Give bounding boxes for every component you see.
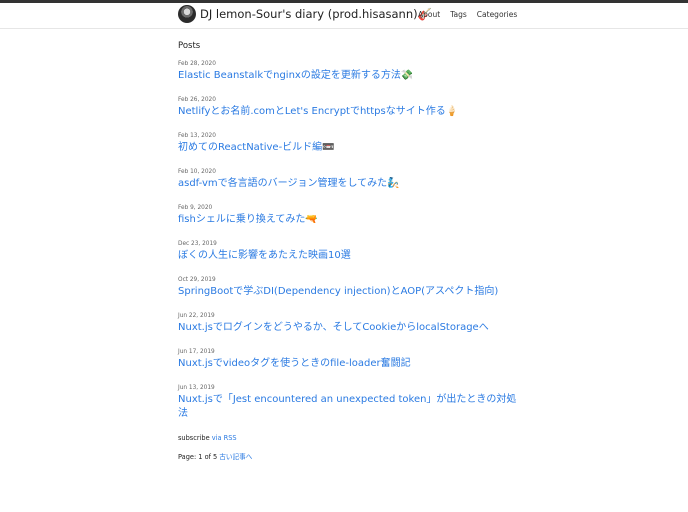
post-link[interactable]: asdf-vmで各言語のバージョン管理をしてみた🧞 — [178, 177, 523, 191]
post-link[interactable]: Netlifyとお名前.comとLet's Encryptでhttpsなサイト作… — [178, 105, 523, 119]
post-date: Jun 13, 2019 — [178, 385, 215, 391]
list-item: Feb 9, 2020 fishシェルに乗り換えてみた🔫 — [178, 204, 523, 227]
rss-link[interactable]: via RSS — [212, 434, 237, 442]
list-item: Feb 28, 2020 Elastic Beanstalkでnginxの設定を… — [178, 60, 523, 83]
post-link[interactable]: Nuxt.jsで「Jest encountered an unexpected … — [178, 393, 523, 421]
nav-about[interactable]: About — [418, 10, 440, 19]
subscribe-label: subscribe — [178, 434, 210, 442]
list-item: Feb 13, 2020 初めてのReactNative-ビルド編📼 — [178, 132, 523, 155]
post-date: Jun 17, 2019 — [178, 349, 215, 355]
list-item: Jun 13, 2019 Nuxt.jsで「Jest encountered a… — [178, 384, 523, 421]
site-brand[interactable]: DJ lemon-Sour's diary (prod.hisasann)🎸 — [178, 5, 432, 23]
post-list-section: Posts Feb 28, 2020 Elastic Beanstalkでngi… — [178, 41, 523, 461]
nav-tags[interactable]: Tags — [450, 10, 467, 19]
subscribe-line: subscribe via RSS — [178, 434, 523, 442]
post-date: Oct 29, 2019 — [178, 277, 216, 283]
site-title[interactable]: DJ lemon-Sour's diary (prod.hisasann)🎸 — [200, 7, 432, 21]
older-posts-link[interactable]: 古い記事へ — [219, 453, 252, 461]
site-header: DJ lemon-Sour's diary (prod.hisasann)🎸 A… — [0, 3, 688, 29]
post-date: Jun 22, 2019 — [178, 313, 215, 319]
post-link[interactable]: ぼくの人生に影響をあたえた映画10選 — [178, 249, 523, 263]
list-item: Feb 10, 2020 asdf-vmで各言語のバージョン管理をしてみた🧞 — [178, 168, 523, 191]
post-date: Feb 13, 2020 — [178, 133, 216, 139]
page-title: Posts — [178, 41, 201, 51]
nav-categories[interactable]: Categories — [477, 10, 517, 19]
post-link[interactable]: Elastic Beanstalkでnginxの設定を更新する方法💸 — [178, 69, 523, 83]
list-item: Feb 26, 2020 Netlifyとお名前.comとLet's Encry… — [178, 96, 523, 119]
post-link[interactable]: Nuxt.jsでvideoタグを使うときのfile-loader奮闘記 — [178, 357, 523, 371]
post-link[interactable]: 初めてのReactNative-ビルド編📼 — [178, 141, 523, 155]
list-item: Dec 23, 2019 ぼくの人生に影響をあたえた映画10選 — [178, 240, 523, 263]
avatar[interactable] — [178, 5, 196, 23]
page-indicator: Page: 1 of 5 — [178, 453, 218, 461]
post-link[interactable]: Nuxt.jsでログインをどうやるか、そしてCookieからlocalStora… — [178, 321, 523, 335]
list-item: Jun 17, 2019 Nuxt.jsでvideoタグを使うときのfile-l… — [178, 348, 523, 371]
post-date: Feb 28, 2020 — [178, 61, 216, 67]
post-date: Dec 23, 2019 — [178, 241, 217, 247]
post-link[interactable]: SpringBootで学ぶDI(Dependency injection)とAO… — [178, 285, 523, 299]
list-item: Oct 29, 2019 SpringBootで学ぶDI(Dependency … — [178, 276, 523, 299]
list-item: Jun 22, 2019 Nuxt.jsでログインをどうやるか、そしてCooki… — [178, 312, 523, 335]
pagination: Page: 1 of 5 古い記事へ — [178, 451, 523, 461]
site-nav: About Tags Categories — [418, 10, 517, 19]
post-link[interactable]: fishシェルに乗り換えてみた🔫 — [178, 213, 523, 227]
post-date: Feb 9, 2020 — [178, 205, 213, 211]
post-date: Feb 10, 2020 — [178, 169, 216, 175]
post-date: Feb 26, 2020 — [178, 97, 216, 103]
